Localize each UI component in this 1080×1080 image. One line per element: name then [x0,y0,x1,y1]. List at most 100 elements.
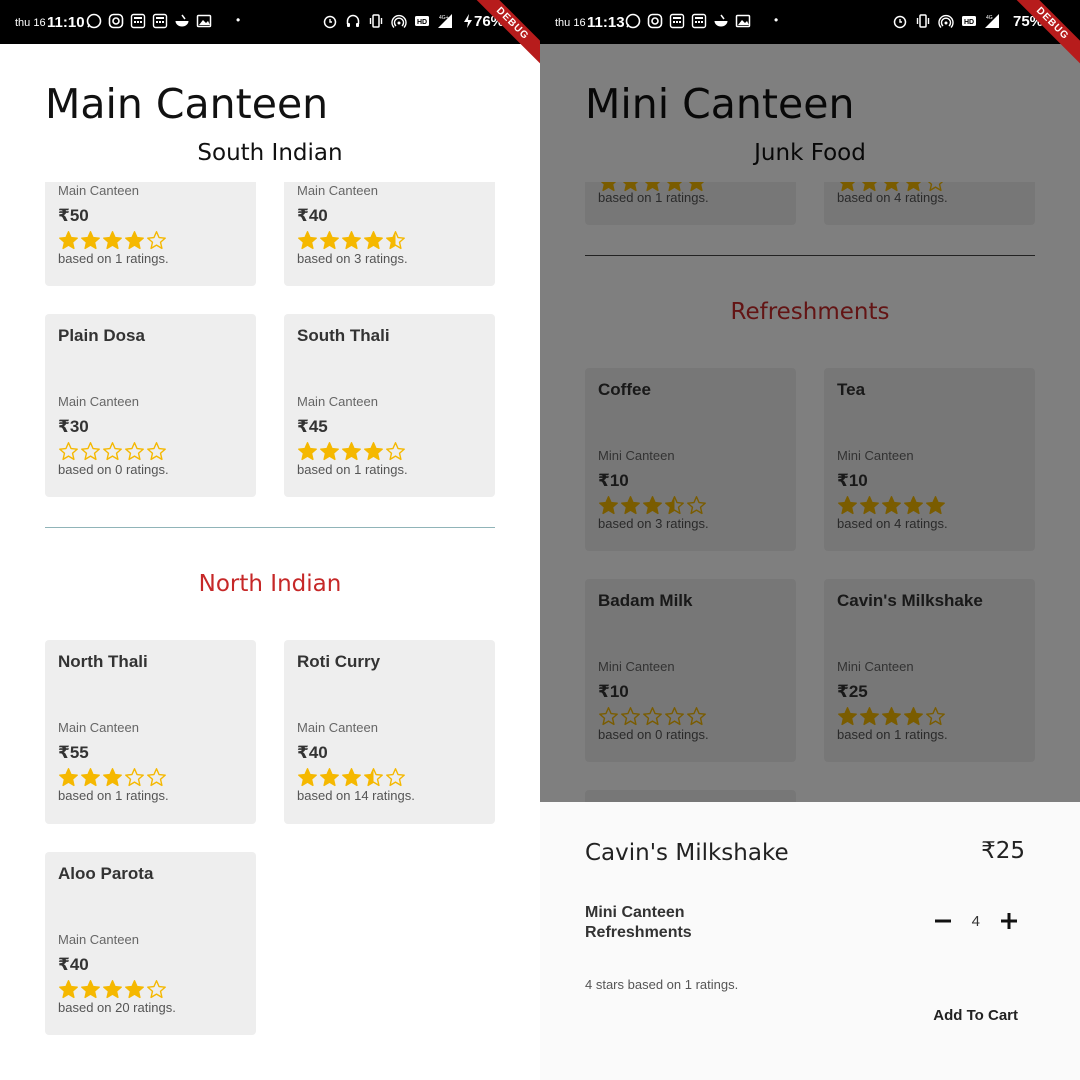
star-filled-icon [103,980,122,999]
ratings-count: based on 14 ratings. [297,788,415,803]
star-empty-icon [147,231,166,250]
ratings-count: based on 1 ratings. [58,788,169,803]
menu-item-card[interactable]: Roti Curry Main Canteen ₹40 based on 14 … [284,640,495,824]
network-type-label: 4G+ [439,15,449,21]
item-price: ₹50 [58,206,89,225]
star-filled-icon [125,231,144,250]
status-time: 11:13 [587,14,625,31]
star-filled-icon [125,980,144,999]
sheet-item-name: Cavin's Milkshake [585,840,789,866]
star-empty-icon [125,442,144,461]
star-empty-icon [147,768,166,787]
add-to-cart-button[interactable]: Add To Cart [933,1007,1018,1024]
main-canteen-screen: thu 16 11:10 • HD 4G+ 76% DEBUG Main Can… [0,0,540,1080]
menu-item-card[interactable]: Aloo Parota Main Canteen ₹40 based on 20… [45,852,256,1035]
hd-icon: HD [415,16,429,26]
star-filled-icon [103,768,122,787]
item-name: North Thali [58,652,148,671]
star-filled-icon [59,231,78,250]
instagram-icon [108,13,124,29]
more-notifications-dot: • [236,13,241,27]
system-icons: HD 4G [892,13,1000,29]
status-bar: thu 16 11:13 • HD 4G 75% [540,0,1080,44]
star-half-icon [386,231,405,250]
item-name: Plain Dosa [58,326,145,345]
star-empty-icon [147,980,166,999]
minus-icon[interactable] [932,910,954,932]
star-rating [58,441,167,462]
instagram-icon [647,13,663,29]
sheet-rating-text: 4 stars based on 1 ratings. [585,977,739,992]
star-filled-icon [298,442,317,461]
whatsapp-icon [625,13,641,29]
star-empty-icon [59,442,78,461]
calculator-icon [691,13,707,29]
quantity-value: 4 [971,912,980,930]
star-filled-icon [81,231,100,250]
mini-canteen-screen: thu 16 11:13 • HD 4G 75% DEBUG Mini Cant… [540,0,1080,1080]
section-divider [45,527,495,528]
status-date: thu 16 [555,17,586,29]
item-canteen: Main Canteen [58,394,139,409]
ratings-count: based on 20 ratings. [58,1000,176,1015]
menu-item-card[interactable]: South Thali Main Canteen ₹45 based on 1 … [284,314,495,497]
more-notifications-dot: • [774,13,779,27]
whatsapp-icon [86,13,102,29]
star-half-icon [364,768,383,787]
signal-icon: 4G [985,14,999,28]
hotspot-icon [391,14,407,28]
section-title-north-indian: North Indian [198,571,342,597]
star-rating [58,979,167,1000]
section-header-mask [0,162,540,182]
item-canteen: Main Canteen [58,720,139,735]
star-filled-icon [342,442,361,461]
item-price: ₹40 [58,955,89,974]
item-canteen: Main Canteen [297,720,378,735]
star-rating [297,441,406,462]
ratings-count: based on 0 ratings. [58,462,169,477]
svg-text:HD: HD [964,19,974,26]
star-filled-icon [364,231,383,250]
star-empty-icon [147,442,166,461]
item-price: ₹55 [58,743,89,762]
alarm-icon [893,15,907,29]
item-price: ₹45 [297,417,328,436]
star-filled-icon [320,231,339,250]
item-price: ₹40 [297,743,328,762]
plus-icon[interactable] [998,910,1020,932]
star-filled-icon [298,231,317,250]
menu-item-card[interactable]: North Thali Main Canteen ₹55 based on 1 … [45,640,256,824]
sheet-canteen: Mini Canteen [585,904,685,921]
ratings-count: based on 3 ratings. [297,251,408,266]
calculator-icon [152,13,168,29]
star-rating [297,767,406,788]
modal-scrim[interactable] [540,44,1080,802]
star-filled-icon [320,768,339,787]
calculator-icon [669,13,685,29]
item-canteen: Main Canteen [297,183,378,198]
status-bar: thu 16 11:10 • HD 4G+ 76% [0,0,540,44]
item-detail-sheet: Cavin's Milkshake ₹25 Mini Canteen Refre… [540,802,1080,1080]
ratings-count: based on 1 ratings. [58,251,169,266]
alarm-icon [323,15,337,29]
star-filled-icon [298,768,317,787]
notification-icons [86,13,212,29]
star-empty-icon [386,442,405,461]
star-filled-icon [103,231,122,250]
item-name: Roti Curry [297,652,381,671]
status-time: 11:10 [47,14,85,31]
star-filled-icon [320,442,339,461]
item-name: Aloo Parota [58,864,154,883]
star-filled-icon [59,980,78,999]
battery-percent: 76% [474,13,505,30]
item-price: ₹30 [58,417,89,436]
star-filled-icon [364,442,383,461]
star-rating [58,230,167,251]
item-canteen: Main Canteen [58,183,139,198]
star-empty-icon [125,768,144,787]
quantity-stepper: 4 [932,910,1020,932]
star-empty-icon [386,768,405,787]
menu-item-card[interactable]: Plain Dosa Main Canteen ₹30 based on 0 r… [45,314,256,497]
star-rating [297,230,406,251]
food-bowl-icon [714,14,728,27]
